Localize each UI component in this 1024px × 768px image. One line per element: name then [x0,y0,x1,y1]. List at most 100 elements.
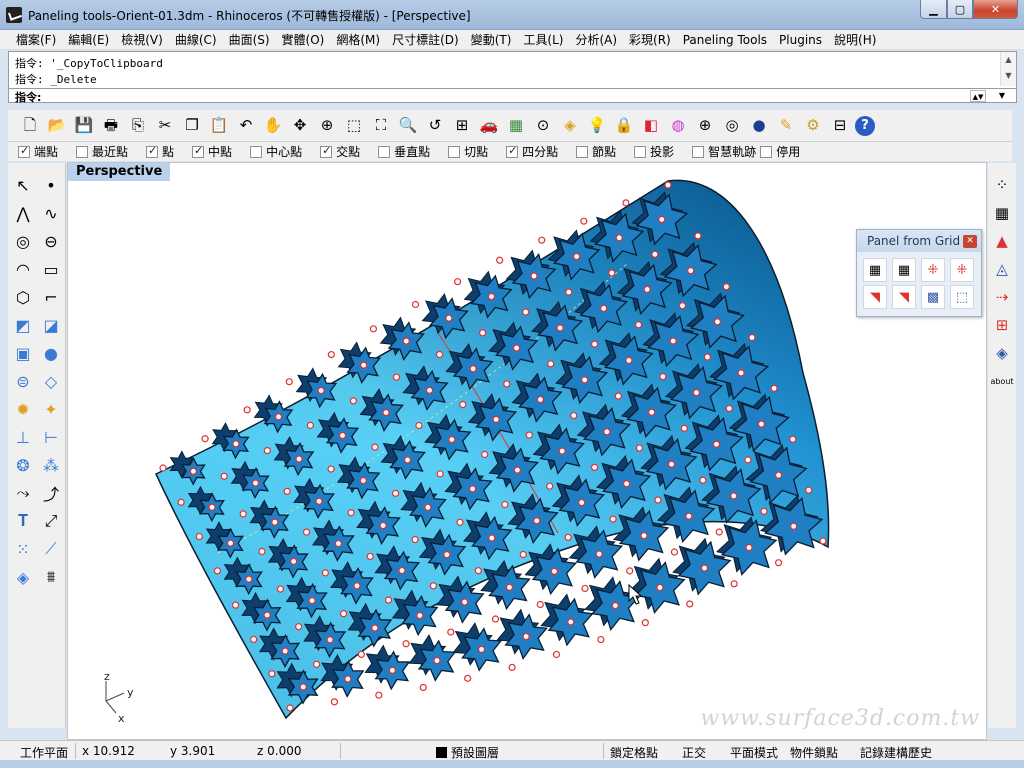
control-point[interactable] [595,550,603,558]
split-icon[interactable]: ✦ [39,397,63,421]
menu-edit[interactable]: 編輯(E) [62,31,115,48]
control-point[interactable] [748,333,756,342]
control-point[interactable] [564,533,572,541]
command-input[interactable]: 指令: ▲▼ ▼ [9,88,1016,104]
control-point[interactable] [464,674,472,682]
boolean-split-icon[interactable]: ⁂ [39,453,63,477]
control-point[interactable] [382,408,390,417]
panel-from-grid-header[interactable]: Panel from Grid ✕ [857,230,981,252]
control-point[interactable] [436,470,444,478]
status-osnap[interactable]: 物件鎖點 [790,744,838,761]
text-icon[interactable]: 𝐓 [11,509,35,533]
control-point[interactable] [357,650,365,659]
control-point[interactable] [640,532,648,540]
control-point[interactable] [487,292,496,301]
control-point[interactable] [556,324,564,332]
control-point[interactable] [459,400,467,409]
control-point[interactable] [522,632,530,641]
panel-close-icon[interactable]: ✕ [963,235,977,248]
control-point[interactable] [195,532,203,541]
control-point[interactable] [433,656,441,665]
array-icon[interactable]: ⁙ [11,537,35,561]
control-point[interactable] [208,503,216,511]
osnap-point[interactable]: 點 [146,143,174,160]
control-point[interactable] [641,619,649,627]
control-point[interactable] [625,356,633,364]
control-point[interactable] [315,497,323,505]
control-point[interactable] [226,539,235,547]
control-point[interactable] [250,635,258,644]
control-point[interactable] [327,351,335,359]
grid-offset-icon[interactable]: ⇢ [990,285,1014,309]
explode-icon[interactable]: ✹ [11,397,35,421]
control-point[interactable] [546,482,554,490]
control-point[interactable] [379,521,387,530]
control-point[interactable] [670,548,679,556]
control-point[interactable] [330,698,339,706]
control-point[interactable] [447,628,455,636]
panel-grid-variable-icon[interactable]: ⁜ [921,258,945,282]
control-point[interactable] [334,539,342,548]
control-point[interactable] [770,384,778,393]
grid-plane-icon[interactable]: ▦ [504,114,528,138]
osnap-checkbox[interactable] [634,145,647,158]
control-point[interactable] [349,397,358,405]
control-point[interactable] [552,650,561,659]
control-point[interactable] [327,465,335,473]
control-point[interactable] [580,217,588,225]
scale-icon[interactable]: ⤢ [39,509,63,533]
control-point[interactable] [366,552,374,561]
control-point[interactable] [302,528,311,536]
zoom-extents-icon[interactable]: ⛶ [369,114,393,138]
control-point[interactable] [481,450,489,459]
zoom-selected-icon[interactable]: 🔍 [396,114,420,138]
osnap-checkbox[interactable] [692,145,705,158]
control-point[interactable] [626,567,634,575]
control-point[interactable] [713,318,722,326]
control-point[interactable] [699,476,707,484]
osnap-checkbox[interactable] [320,144,333,158]
control-point[interactable] [669,337,677,345]
status-cplane[interactable]: 工作平面 [20,744,68,761]
control-point[interactable] [321,569,329,577]
control-point[interactable] [622,480,631,488]
control-point[interactable] [403,456,412,464]
render-sphere-icon[interactable]: ● [747,114,771,138]
control-point[interactable] [308,597,316,605]
control-point[interactable] [667,460,676,468]
control-point[interactable] [359,476,367,485]
control-point[interactable] [558,447,566,455]
box-icon[interactable]: ▣ [11,341,35,365]
about-button[interactable]: about [990,369,1014,393]
sphere-wire-icon[interactable]: ⊕ [693,114,717,138]
menu-surface[interactable]: 曲面(S) [223,31,276,48]
control-point[interactable] [573,252,581,261]
command-history-scrollbar[interactable]: ▲ ▼ [1000,52,1016,86]
control-point[interactable] [789,435,797,443]
print-icon[interactable]: 🖶 [99,114,123,138]
osnap-end[interactable]: 端點 [18,143,58,160]
control-point[interactable] [443,551,451,559]
control-point[interactable] [317,386,325,395]
four-viewports-icon[interactable]: ⊞ [450,114,474,138]
control-point[interactable] [634,321,643,329]
osnap-near[interactable]: 最近點 [76,143,128,160]
control-point[interactable] [508,663,516,671]
control-point[interactable] [525,431,533,439]
control-point[interactable] [411,535,419,544]
control-point[interactable] [286,704,294,712]
control-point[interactable] [496,256,504,264]
osnap-checkbox[interactable] [448,145,461,158]
menu-tools[interactable]: 工具(L) [517,31,569,48]
control-point[interactable] [760,507,768,515]
panel-diamond-icon[interactable]: ◈ [990,341,1014,365]
car-render-icon[interactable]: 🚗 [477,114,501,138]
menu-mesh[interactable]: 網格(M) [330,31,386,48]
panel-grid-flat-icon[interactable]: ▩ [921,285,945,309]
osnap-project[interactable]: 投影 [634,143,674,160]
status-grid-snap[interactable]: 鎖定格點 [610,744,658,761]
control-point[interactable] [469,365,477,373]
osnap-knot[interactable]: 節點 [576,143,616,160]
control-point[interactable] [505,583,514,591]
grid-points-icon[interactable]: ⁘ [990,173,1014,197]
